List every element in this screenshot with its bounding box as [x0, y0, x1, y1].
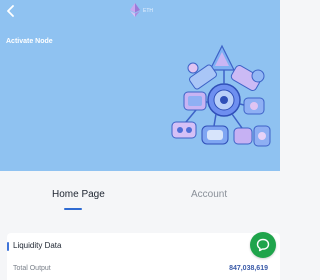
- chat-bubble-icon: [256, 238, 270, 252]
- back-button[interactable]: [2, 2, 20, 20]
- tab-home-page[interactable]: Home Page: [52, 189, 105, 200]
- hero-banner: ETH Activate Node: [0, 0, 280, 171]
- content-panel: Home Page Account Liquidity Data Total O…: [0, 171, 280, 280]
- total-output-label: Total Output: [13, 265, 51, 272]
- card-accent-bar: [7, 242, 9, 251]
- ethereum-icon: [130, 3, 140, 17]
- total-output-value: 847,038,619: [229, 265, 268, 272]
- network-indicator: ETH: [130, 3, 153, 17]
- chat-button[interactable]: [250, 232, 276, 258]
- node-illustration: [171, 44, 271, 147]
- tab-account[interactable]: Account: [191, 189, 227, 200]
- liquidity-card: Liquidity Data Total Output 847,038,619: [7, 233, 280, 280]
- liquidity-title: Liquidity Data: [13, 241, 62, 250]
- app-screen: ETH Activate Node Home Page Account Liqu…: [0, 0, 280, 280]
- network-label: ETH: [143, 8, 153, 14]
- active-tab-indicator: [64, 208, 82, 210]
- tab-bar: Home Page Account: [0, 171, 280, 215]
- hero-title: Activate Node: [6, 38, 53, 45]
- chevron-left-icon: [7, 5, 14, 17]
